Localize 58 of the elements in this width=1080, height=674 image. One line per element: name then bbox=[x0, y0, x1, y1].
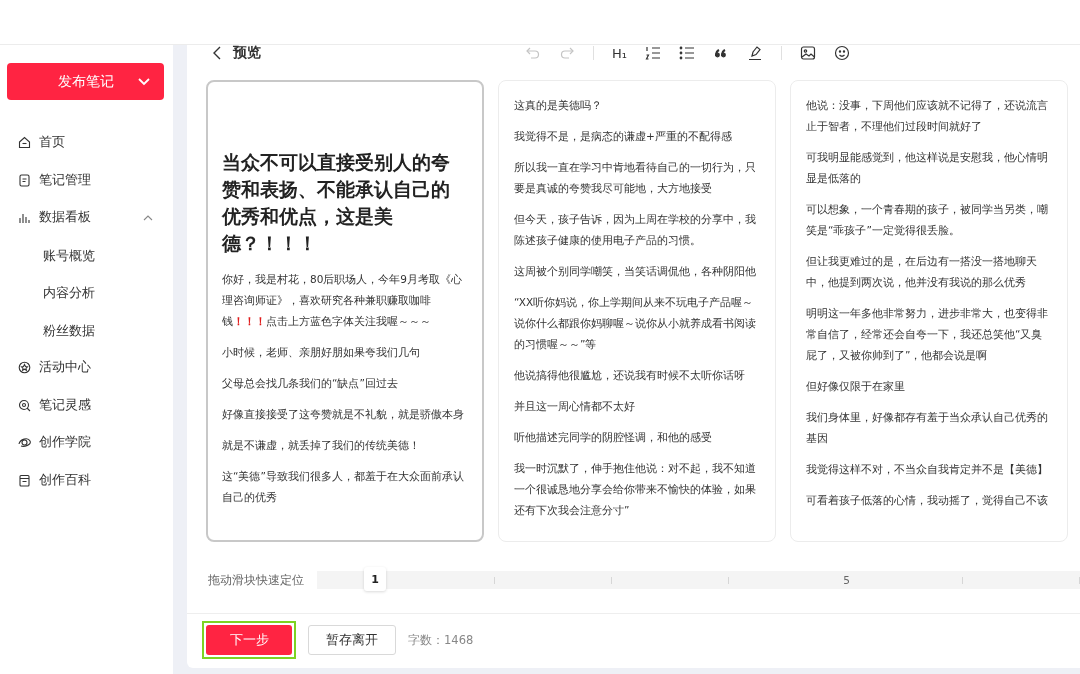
nav-item[interactable]: 创作百科 bbox=[7, 461, 165, 499]
paragraph: 这“美德”导致我们很多人，都羞于在大众面前承认自己的优秀 bbox=[222, 469, 465, 505]
highlight-icon[interactable] bbox=[747, 45, 763, 61]
nav-item[interactable]: 活动中心 bbox=[7, 349, 165, 387]
nav-subitem[interactable]: 内容分析 bbox=[7, 274, 165, 312]
paragraph: 我一时沉默了，伸手抱住他说：对不起，我不知道一个很诚恳地分享会给你带来不愉快的体验，如果还有下次我会注意分寸” bbox=[514, 461, 757, 518]
paragraph: 我觉得不是，是病态的谦虚+严重的不配得感 bbox=[514, 129, 733, 144]
paragraph: 我觉得这样不对，不当众自我肯定并不是【美德】 bbox=[806, 462, 1049, 477]
paragraph: 小时候，老师、亲朋好朋如果夸我们几句 bbox=[222, 345, 421, 360]
paragraph: 就是不谦虚，就丢掉了我们的传统美德！ bbox=[222, 438, 421, 453]
paragraph: 但好像仅限于在家里 bbox=[806, 379, 906, 394]
back-icon[interactable] bbox=[213, 46, 221, 60]
paragraph: 明明这一年多他非常努力，进步非常大，也变得非常自信了，经常还会自夸一下，我还总笑他“又臭屁了，又被你帅到了”，他都会说是啊 bbox=[806, 306, 1049, 363]
paragraph: 这周被个别同学嘲笑，当笑话调侃他，各种阴阳他 bbox=[514, 264, 757, 279]
word-count: 字数：1468 bbox=[408, 632, 474, 648]
home-icon bbox=[18, 136, 31, 150]
nav-item[interactable]: 创作学院 bbox=[7, 424, 165, 462]
preview-title: 预览 bbox=[233, 45, 261, 62]
paragraph: 可看着孩子低落的心情，我动摇了，觉得自己不该 bbox=[806, 493, 1049, 508]
nav-subitem[interactable]: 粉丝数据 bbox=[7, 311, 165, 349]
nav-item[interactable]: 笔记管理 bbox=[7, 161, 165, 199]
paragraph: 所以我一直在学习中肯地看待自己的一切行为，只要是真诚的夸赞我尽可能地，大方地接受 bbox=[514, 160, 757, 196]
note-title: 当众不可以直接受别人的夸赞和表扬、不能承认自己的优秀和优点，这是美德？！！！ bbox=[222, 151, 451, 256]
paragraph: 你好，我是村花，80后职场人，今年9月考取《心理咨询师证》，喜欢研究各种兼职赚取咖啡钱！！！点击上方蓝色字体关注我喔～～～ bbox=[222, 272, 464, 329]
paragraph: 但让我更难过的是，在后边有一搭没一搭地聊天中，他提到两次说，他并没有我说的那么优秀 bbox=[806, 254, 1038, 290]
save-draft-button[interactable]: 暂存离开 bbox=[308, 625, 396, 655]
nav-subitem[interactable]: 账号概览 bbox=[7, 236, 165, 274]
nav-item[interactable]: 首页 bbox=[7, 124, 165, 162]
paragraph: 但今天，孩子告诉，因为上周在学校的分享中，我陈述孩子健康的使用电子产品的习惯。 bbox=[514, 212, 757, 248]
chevron-down-icon bbox=[138, 78, 150, 86]
book-icon bbox=[18, 473, 31, 487]
paragraph: 这真的是美德吗？ bbox=[514, 98, 603, 113]
paragraph: 我们身体里，好像都存有羞于当众承认自己优秀的基因 bbox=[806, 410, 1049, 446]
slider-thumb[interactable]: 1 bbox=[364, 567, 386, 591]
image-icon[interactable] bbox=[800, 45, 816, 61]
preview-page[interactable] bbox=[206, 80, 484, 542]
bullets-icon[interactable] bbox=[679, 45, 695, 61]
paragraph: “XX听你妈说，你上学期间从来不玩电子产品喔～说你什么都跟你妈聊喔～说你从小就养成看书阅读的习惯喔～～”等 bbox=[514, 295, 757, 352]
nav-item[interactable]: 笔记灵感 bbox=[7, 386, 165, 424]
note-icon bbox=[18, 173, 31, 187]
heading-button[interactable]: H₁ bbox=[612, 45, 627, 61]
ordered-icon[interactable] bbox=[645, 45, 661, 61]
publish-button[interactable]: 发布笔记 bbox=[7, 63, 164, 100]
emoji-icon[interactable] bbox=[834, 45, 850, 61]
badge-icon bbox=[18, 361, 31, 375]
chart-icon bbox=[18, 211, 31, 225]
paragraph: 父母总会找几条我们的“缺点”回过去 bbox=[222, 376, 399, 391]
nav-item[interactable]: 数据看板 bbox=[7, 199, 165, 237]
paragraph: 他说：没事，下周他们应该就不记得了，还说流言止于智者，不理他们过段时间就好了 bbox=[806, 98, 1049, 134]
paragraph: 听他描述完同学的阴腔怪调，和他的感受 bbox=[514, 430, 713, 445]
slider-label: 拖动滑块快速定位 bbox=[208, 572, 305, 588]
next-button[interactable]: 下一步 bbox=[206, 625, 292, 655]
paragraph: 并且这一周心情都不太好 bbox=[514, 399, 636, 414]
tick-label: 5 bbox=[843, 574, 851, 586]
paragraph: 他说搞得他很尴尬，还说我有时候不太听你话呀 bbox=[514, 368, 746, 383]
paragraph: 好像直接接受了这夸赞就是不礼貌，就是骄傲本身 bbox=[222, 407, 465, 422]
paragraph: 可以想象，一个青春期的孩子，被同学当另类，嘲笑是“乖孩子”一定觉得很丢脸。 bbox=[806, 202, 1049, 238]
paragraph: 可我明显能感觉到，他这样说是安慰我，他心情明显是低落的 bbox=[806, 150, 1049, 186]
